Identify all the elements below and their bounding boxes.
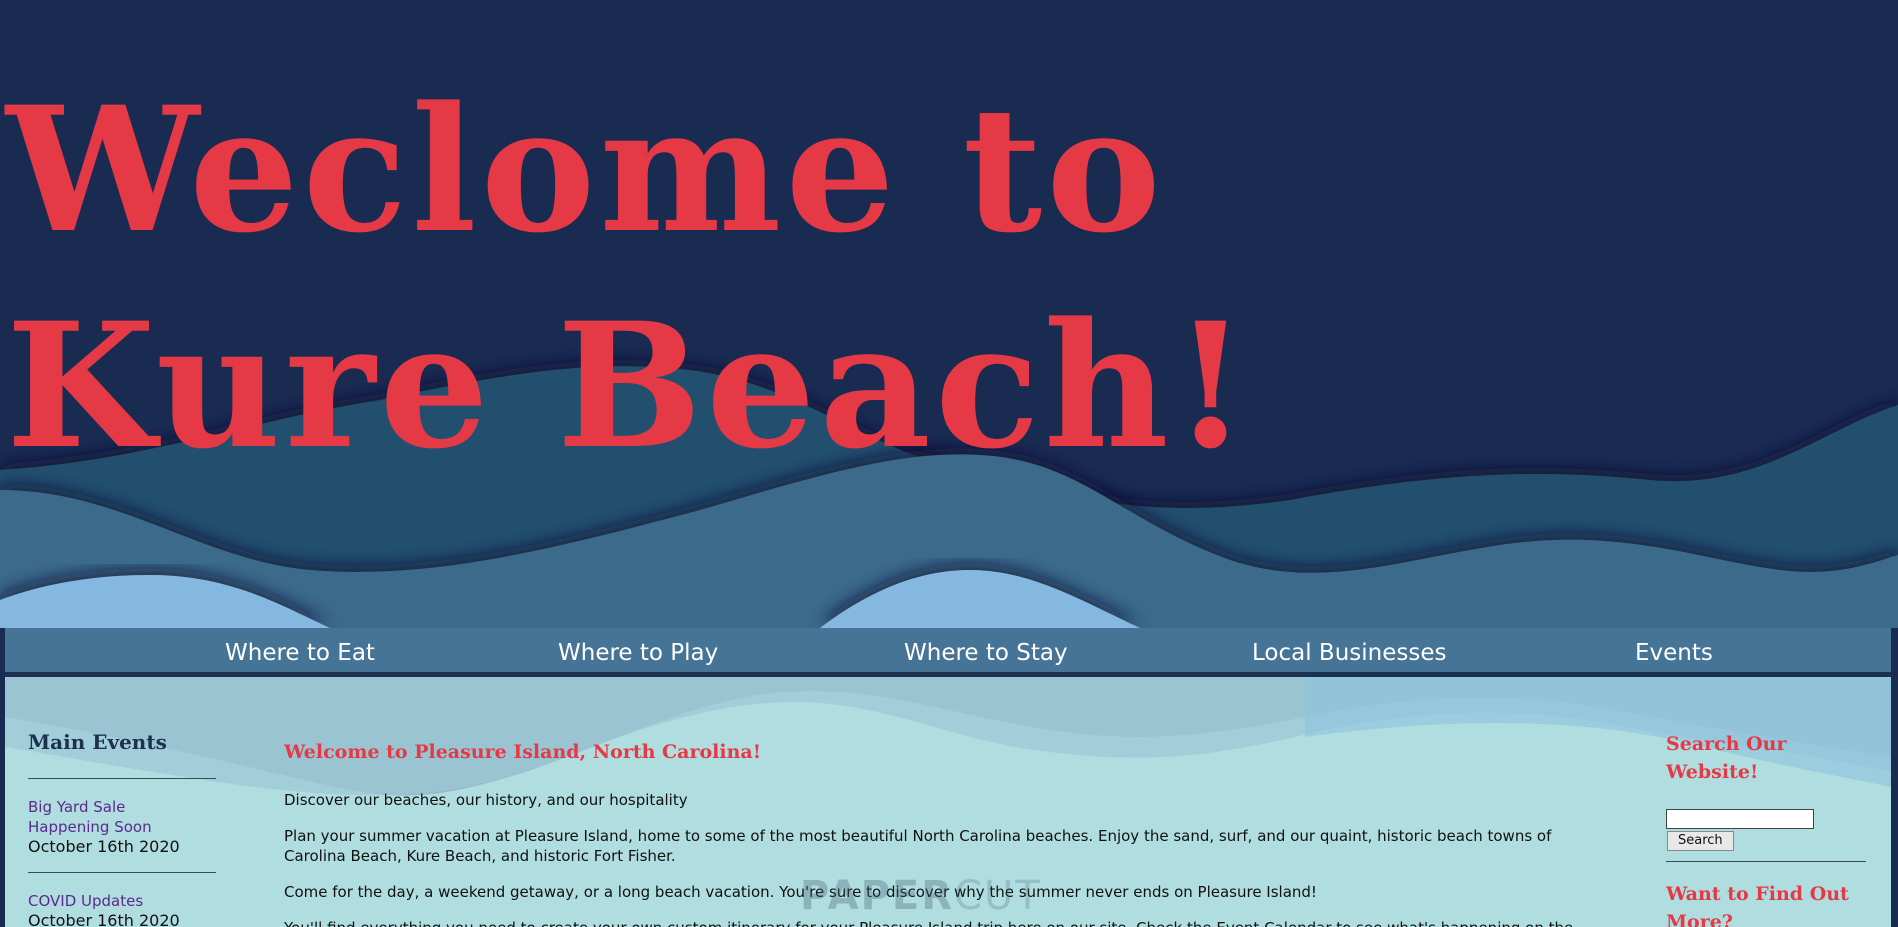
body-paragraph: Plan your summer vacation at Pleasure Is… xyxy=(284,827,1552,865)
search-input[interactable] xyxy=(1666,809,1814,829)
search-button[interactable]: Search xyxy=(1667,831,1734,851)
sidebar-divider xyxy=(28,872,216,873)
event-link-big-yard-sale[interactable]: Big Yard Sale Happening Soon xyxy=(28,797,178,837)
find-out-more-heading: Want to Find Out More? xyxy=(1666,883,1849,927)
sidebar-title: Main Events xyxy=(28,730,167,754)
sidebar-divider xyxy=(1666,861,1866,862)
content-area: Main Events Big Yard Sale Happening Soon… xyxy=(5,677,1891,927)
watermark-light-text: CUT xyxy=(954,873,1042,919)
main-nav: Where to Eat Where to Play Where to Stay… xyxy=(5,628,1891,677)
body-paragraph: You'll find everything you need to creat… xyxy=(284,918,1604,927)
main-heading: Welcome to Pleasure Island, North Caroli… xyxy=(284,741,762,763)
nav-item-where-to-eat[interactable]: Where to Eat xyxy=(225,628,375,672)
hero-banner: Weclome to Kure Beach! xyxy=(0,0,1898,628)
nav-item-where-to-stay[interactable]: Where to Stay xyxy=(904,628,1068,672)
nav-item-local-businesses[interactable]: Local Businesses xyxy=(1252,628,1446,672)
nav-item-events[interactable]: Events xyxy=(1635,628,1713,672)
sidebar-divider xyxy=(28,778,216,779)
page-title: Weclome to Kure Beach! xyxy=(6,68,1253,487)
event-link-covid-updates[interactable]: COVID Updates xyxy=(28,891,143,911)
watermark-bold-text: PAPER xyxy=(800,873,955,919)
search-heading: Search Our Website! xyxy=(1666,733,1787,783)
papercut-watermark: PAPERCUT xyxy=(800,873,1042,919)
intro-paragraph: Discover our beaches, our history, and o… xyxy=(284,791,688,809)
event-date: October 16th 2020 xyxy=(28,837,180,856)
nav-item-where-to-play[interactable]: Where to Play xyxy=(558,628,718,672)
event-date: October 16th 2020 xyxy=(28,911,180,927)
